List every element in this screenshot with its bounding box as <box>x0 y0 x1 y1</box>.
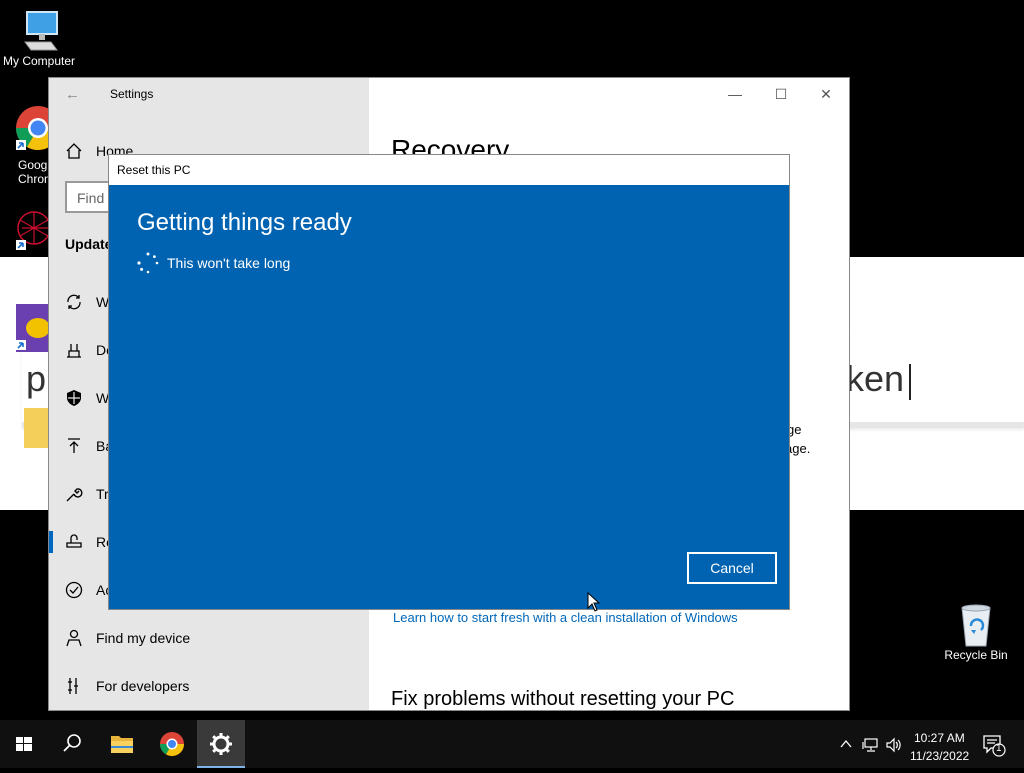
desktop: My Computer Goog Chron pl oken Recycle B… <box>0 0 1024 720</box>
developer-icon <box>68 678 78 694</box>
chevron-up-icon[interactable] <box>840 739 852 749</box>
red-web-icon <box>16 211 51 250</box>
game-app-shortcut[interactable] <box>14 304 50 352</box>
recycle-bin-shortcut[interactable]: Recycle Bin <box>940 602 1012 662</box>
gear-icon <box>210 733 232 755</box>
chrome-icon <box>160 732 184 757</box>
backup-icon <box>68 438 80 453</box>
check-circle-icon <box>65 581 83 599</box>
section-heading: Update <box>65 236 113 252</box>
notification-count: 1 <box>996 743 1002 754</box>
desktop-icon-label: Goog <box>18 158 48 172</box>
dialog-heading: Getting things ready <box>137 209 352 236</box>
shield-icon <box>67 390 81 406</box>
reset-pc-dialog: Reset this PC Getting things ready This … <box>108 154 790 610</box>
sync-icon <box>67 294 81 310</box>
desktop-icon-label: Recycle Bin <box>944 648 1008 662</box>
desktop-icon-label: My Computer <box>2 54 76 68</box>
close-button[interactable]: ✕ <box>816 84 836 104</box>
recovery-icon <box>66 534 82 548</box>
computer-icon <box>24 11 58 51</box>
loading-spinner-icon <box>137 252 159 274</box>
file-explorer-button[interactable] <box>98 720 146 768</box>
search-icon <box>63 734 81 752</box>
recycle-bin-icon <box>961 604 991 647</box>
volume-icon[interactable] <box>885 737 903 753</box>
fix-problems-heading: Fix problems without resetting your PC <box>391 688 735 710</box>
app-shortcut[interactable] <box>14 206 51 252</box>
person-location-icon <box>66 629 82 647</box>
settings-taskbar-button[interactable] <box>197 720 245 768</box>
mouse-cursor-icon <box>587 592 600 612</box>
clean-install-link[interactable]: Learn how to start fresh with a clean in… <box>393 610 738 625</box>
gamepad-icon <box>16 304 50 352</box>
desktop-icon-label: Chron <box>18 172 51 186</box>
cancel-button[interactable]: Cancel <box>687 552 777 584</box>
network-icon[interactable] <box>862 737 880 753</box>
nav-label: Find my device <box>96 630 191 646</box>
search-button[interactable] <box>48 720 96 768</box>
dialog-body: Getting things ready This won't take lon… <box>109 185 789 609</box>
text-caret <box>909 364 911 400</box>
window-title: Settings <box>110 87 154 101</box>
start-button[interactable] <box>0 720 48 768</box>
back-arrow-icon[interactable]: ← <box>65 86 80 103</box>
minimize-button[interactable]: — <box>725 84 745 104</box>
nav-find-my-device[interactable]: Find my device <box>49 619 369 659</box>
dialog-title: Reset this PC <box>117 163 191 177</box>
nav-label: Tr <box>96 486 109 502</box>
my-computer-shortcut[interactable]: My Computer <box>0 8 78 68</box>
chrome-taskbar-button[interactable] <box>148 720 196 768</box>
taskbar: 10:27 AM 11/23/2022 1 <box>0 720 1024 768</box>
home-icon <box>66 143 82 159</box>
folder-icon <box>24 408 50 448</box>
wrench-icon <box>66 488 83 502</box>
clock-time[interactable]: 10:27 AM <box>914 731 965 745</box>
notification-icon <box>983 735 1006 757</box>
nav-label: For developers <box>96 678 190 694</box>
delivery-icon <box>67 344 81 358</box>
search-placeholder: Find <box>77 190 105 206</box>
maximize-button[interactable]: ☐ <box>771 84 791 104</box>
dialog-subtext: This won't take long <box>167 255 291 271</box>
chrome-icon <box>16 106 52 150</box>
windows-logo-icon <box>16 737 32 751</box>
clock-date[interactable]: 11/23/2022 <box>910 749 969 763</box>
folder-icon <box>111 736 133 753</box>
notification-center-button[interactable]: 1 <box>982 732 1008 758</box>
nav-for-developers[interactable]: For developers <box>49 667 369 707</box>
